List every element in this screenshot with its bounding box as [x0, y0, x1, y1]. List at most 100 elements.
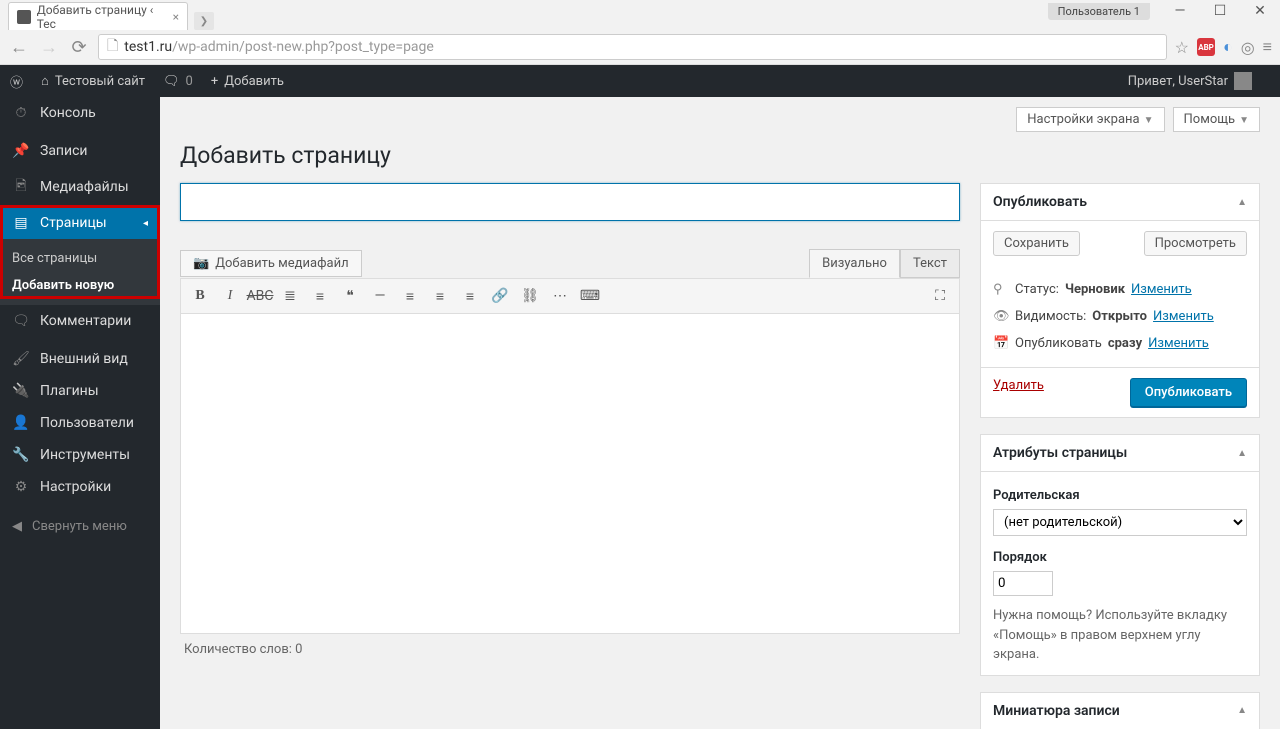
- brush-icon: 🖌: [12, 351, 30, 367]
- wp-logo-menu[interactable]: ⓦ: [10, 72, 23, 91]
- abp-extension-icon[interactable]: ABP: [1197, 38, 1215, 56]
- align-center-button[interactable]: ≡: [427, 283, 453, 309]
- align-left-button[interactable]: ≡: [397, 283, 423, 309]
- featured-heading: Миниатюра записи: [993, 703, 1120, 719]
- extension-icon[interactable]: ◐: [1223, 37, 1233, 57]
- bullet-list-button[interactable]: ≣: [277, 283, 303, 309]
- italic-button[interactable]: I: [217, 283, 243, 309]
- sidebar-item-plugins[interactable]: 🔌Плагины: [0, 375, 160, 407]
- eye-icon: 👁: [993, 309, 1009, 324]
- more-button[interactable]: ⋯: [547, 283, 573, 309]
- collapse-icon: ◀: [12, 519, 22, 534]
- window-close-button[interactable]: ✕: [1240, 0, 1280, 22]
- home-icon: ⌂: [41, 73, 49, 89]
- user-menu[interactable]: Привет, UserStar: [1128, 72, 1252, 90]
- unlink-button[interactable]: ⛓: [517, 283, 543, 309]
- chrome-user-badge[interactable]: Пользователь 1: [1048, 3, 1150, 20]
- sidebar-item-pages[interactable]: ▤Страницы◂: [0, 207, 160, 239]
- submenu-arrow-icon: ◂: [143, 218, 148, 229]
- content-editor[interactable]: [180, 314, 960, 634]
- sidebar-item-appearance[interactable]: 🖌Внешний вид: [0, 343, 160, 375]
- calendar-icon: 📅: [993, 336, 1009, 351]
- media-icon: 🖻: [12, 175, 30, 199]
- sidebar-subitem-add-page[interactable]: Добавить новую: [0, 272, 160, 299]
- blockquote-button[interactable]: ❝: [337, 283, 363, 309]
- add-label: Добавить: [224, 74, 284, 89]
- number-list-button[interactable]: ≡: [307, 283, 333, 309]
- sidebar-item-media[interactable]: 🖻Медиафайлы: [0, 167, 160, 207]
- tab-close-icon[interactable]: ×: [173, 10, 179, 24]
- users-icon: 👤: [12, 415, 30, 431]
- parent-select[interactable]: (нет родительской): [993, 509, 1247, 536]
- nav-forward-button[interactable]: →: [38, 37, 60, 58]
- dashboard-icon: ⏱: [12, 105, 30, 121]
- featured-image-metabox: Миниатюра записи ▲: [980, 692, 1260, 729]
- favicon-icon: [17, 10, 31, 24]
- screen-meta-links: Настройки экрана▼ Помощь▼: [180, 107, 1260, 132]
- visual-tab[interactable]: Визуально: [809, 249, 900, 278]
- text-tab[interactable]: Текст: [900, 249, 960, 278]
- comments-link[interactable]: 🗨0: [163, 74, 193, 89]
- sidebar-submenu-pages: Все страницы Добавить новую: [0, 239, 160, 305]
- edit-visibility-link[interactable]: Изменить: [1153, 309, 1214, 324]
- align-right-button[interactable]: ≡: [457, 283, 483, 309]
- pin-icon: 📌: [12, 143, 30, 159]
- edit-schedule-link[interactable]: Изменить: [1148, 336, 1209, 351]
- content-area: Настройки экрана▼ Помощь▼ Добавить стран…: [160, 97, 1280, 729]
- hr-button[interactable]: —: [367, 283, 393, 309]
- metabox-toggle-icon[interactable]: ▲: [1237, 448, 1247, 459]
- post-title-input[interactable]: [180, 183, 960, 221]
- metabox-toggle-icon[interactable]: ▲: [1237, 197, 1247, 208]
- nav-reload-button[interactable]: ⟳: [68, 37, 90, 58]
- window-minimize-button[interactable]: —: [1160, 0, 1200, 22]
- add-new-menu[interactable]: +Добавить: [211, 74, 284, 89]
- new-tab-button[interactable]: ❯: [194, 12, 214, 30]
- bold-button[interactable]: B: [187, 283, 213, 309]
- menu-order-input[interactable]: [993, 571, 1053, 596]
- edit-status-link[interactable]: Изменить: [1131, 282, 1192, 297]
- comment-icon: 🗨: [163, 74, 180, 89]
- wordpress-icon: ⓦ: [10, 72, 23, 91]
- tools-icon: 🔧: [12, 447, 30, 463]
- sidebar-item-settings[interactable]: ⚙Настройки: [0, 471, 160, 503]
- settings-icon: ⚙: [12, 479, 30, 495]
- sidebar-subitem-all-pages[interactable]: Все страницы: [0, 245, 160, 272]
- key-icon: ⚲: [993, 282, 1009, 297]
- save-draft-button[interactable]: Сохранить: [993, 231, 1080, 256]
- sidebar-collapse-button[interactable]: ◀Свернуть меню: [0, 509, 160, 544]
- comments-icon: 🗨: [12, 313, 30, 329]
- add-media-button[interactable]: 📷Добавить медиафайл: [180, 250, 362, 277]
- site-link[interactable]: ⌂ Тестовый сайт: [41, 73, 145, 89]
- publish-button[interactable]: Опубликовать: [1130, 378, 1247, 407]
- toolbar-toggle-button[interactable]: ⌨: [577, 283, 603, 309]
- sidebar-item-comments[interactable]: 🗨Комментарии: [0, 305, 160, 337]
- visibility-value: Открыто: [1092, 309, 1147, 324]
- browser-tab[interactable]: Добавить страницу ‹ Тес ×: [8, 2, 188, 30]
- page-heading: Добавить страницу: [180, 142, 1260, 169]
- site-title: Тестовый сайт: [55, 74, 145, 89]
- preview-button[interactable]: Просмотреть: [1144, 231, 1247, 256]
- window-maximize-button[interactable]: ☐: [1200, 0, 1240, 22]
- metabox-toggle-icon[interactable]: ▲: [1237, 705, 1247, 716]
- screen-options-button[interactable]: Настройки экрана▼: [1016, 107, 1164, 132]
- sidebar-item-posts[interactable]: 📌Записи: [0, 135, 160, 167]
- delete-link[interactable]: Удалить: [993, 378, 1044, 407]
- nav-back-button[interactable]: ←: [8, 37, 30, 58]
- browser-chrome: Добавить страницу ‹ Тес × ❯ Пользователь…: [0, 0, 1280, 65]
- word-count: Количество слов: 0: [180, 634, 960, 665]
- bookmark-icon[interactable]: ☆: [1175, 38, 1189, 57]
- extension-icon-2[interactable]: ◎: [1241, 38, 1255, 57]
- tab-title: Добавить страницу ‹ Тес: [37, 3, 173, 31]
- address-bar[interactable]: 🗋 test1.ru/wp-admin/post-new.php?post_ty…: [98, 34, 1167, 60]
- browser-titlebar: Добавить страницу ‹ Тес × ❯ Пользователь…: [0, 0, 1280, 30]
- link-button[interactable]: 🔗: [487, 283, 513, 309]
- chrome-menu-icon[interactable]: ≡: [1263, 37, 1272, 57]
- strike-button[interactable]: ABC: [247, 283, 273, 309]
- help-button[interactable]: Помощь▼: [1173, 107, 1260, 132]
- fullscreen-button[interactable]: ⛶: [927, 283, 953, 309]
- url-path: /wp-admin/post-new.php?post_type=page: [172, 39, 434, 55]
- sidebar-item-dashboard[interactable]: ⏱Консоль: [0, 97, 160, 129]
- sidebar-item-users[interactable]: 👤Пользователи: [0, 407, 160, 439]
- wp-admin-bar: ⓦ ⌂ Тестовый сайт 🗨0 +Добавить Привет, Us…: [0, 65, 1280, 97]
- sidebar-item-tools[interactable]: 🔧Инструменты: [0, 439, 160, 471]
